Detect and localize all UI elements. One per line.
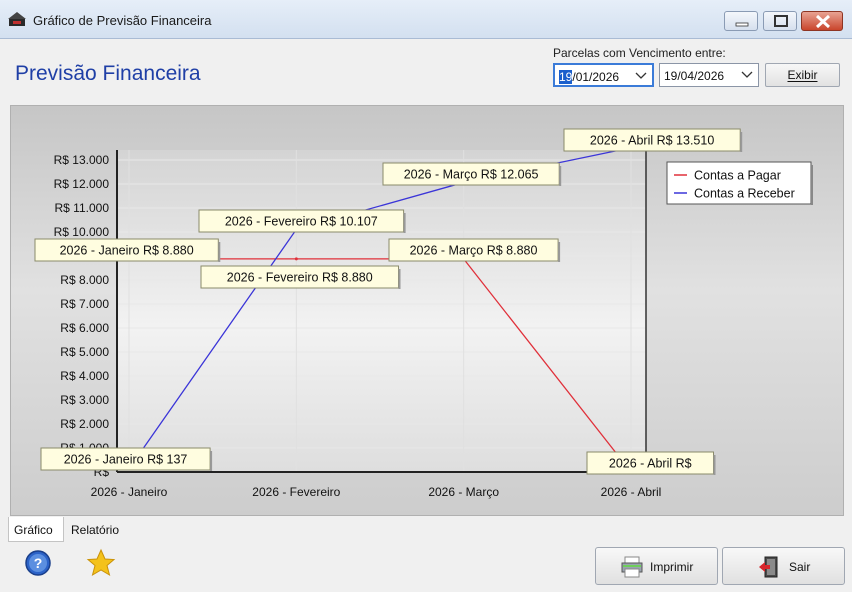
data-label: 2026 - Março R$ 12.065: [382, 162, 562, 186]
y-tick-label: R$ 6.000: [60, 321, 109, 335]
date-range-label: Parcelas com Vencimento entre:: [553, 46, 726, 60]
data-label: 2026 - Janeiro R$ 137: [40, 447, 213, 471]
data-label-text: 2026 - Fevereiro R$ 10.107: [225, 215, 378, 229]
exit-door-icon: [759, 556, 778, 578]
print-label: Imprimir: [650, 560, 694, 574]
data-label: 2026 - Abril R$ 13.510: [563, 128, 743, 152]
close-button[interactable]: [801, 11, 843, 31]
date-start-selected-day: 19: [559, 70, 573, 84]
print-button[interactable]: Imprimir: [595, 547, 718, 585]
chevron-down-icon[interactable]: [740, 68, 754, 82]
printer-icon: [621, 556, 643, 578]
title-bar: Gráfico de Previsão Financeira: [0, 0, 852, 39]
date-end-picker[interactable]: 19/04/2026: [659, 63, 759, 87]
tab-grafico[interactable]: Gráfico: [8, 517, 64, 542]
y-tick-label: R$ 2.000: [60, 417, 109, 431]
y-tick-label: R$ 8.000: [60, 273, 109, 287]
y-tick-label: R$ 3.000: [60, 393, 109, 407]
page-title: Previsão Financeira: [15, 62, 201, 85]
tab-relatorio[interactable]: Relatório: [66, 517, 136, 542]
maximize-icon: [774, 15, 788, 27]
exit-label: Sair: [789, 560, 811, 574]
maximize-button[interactable]: [763, 11, 797, 31]
data-label: 2026 - Março R$ 8.880: [388, 238, 561, 262]
chart-panel: R$R$ 1.000R$ 2.000R$ 3.000R$ 4.000R$ 5.0…: [10, 105, 844, 516]
data-label: 2026 - Abril R$: [586, 451, 716, 475]
exit-button[interactable]: Sair: [722, 547, 845, 585]
x-tick-label: 2026 - Abril: [601, 485, 662, 499]
data-label-text: 2026 - Março R$ 8.880: [410, 244, 538, 258]
data-label-text: 2026 - Abril R$: [609, 457, 692, 471]
exibir-label: Exibir: [787, 68, 818, 82]
y-tick-label: R$ 12.000: [54, 177, 110, 191]
close-icon: [815, 14, 831, 29]
data-label: 2026 - Fevereiro R$ 8.880: [200, 265, 401, 289]
y-tick-label: R$ 4.000: [60, 369, 109, 383]
y-tick-label: R$ 11.000: [55, 201, 110, 215]
help-icon[interactable]: ?: [23, 548, 53, 578]
minimize-button[interactable]: [724, 11, 758, 31]
star-icon[interactable]: [86, 548, 116, 578]
y-tick-label: R$ 7.000: [60, 297, 109, 311]
data-label-text: 2026 - Janeiro R$ 137: [64, 453, 188, 467]
minimize-icon: [735, 22, 749, 27]
window-title: Gráfico de Previsão Financeira: [33, 13, 212, 28]
legend-entry: Contas a Pagar: [694, 169, 781, 183]
date-start-picker[interactable]: 19/01/2026: [553, 63, 654, 87]
x-tick-label: 2026 - Janeiro: [91, 485, 168, 499]
data-label: 2026 - Fevereiro R$ 10.107: [198, 209, 406, 233]
date-start-rest: /01/2026: [572, 70, 620, 84]
x-tick-label: 2026 - Fevereiro: [252, 485, 340, 499]
exibir-button[interactable]: Exibir: [765, 63, 840, 87]
date-end-value: 19/04/2026: [664, 69, 725, 83]
data-label-text: 2026 - Março R$ 12.065: [404, 168, 539, 182]
y-tick-label: R$ 13.000: [54, 153, 110, 167]
x-tick-label: 2026 - Março: [428, 485, 499, 499]
legend: Contas a Pagar Contas a Receber: [666, 161, 813, 205]
data-label-text: 2026 - Fevereiro R$ 8.880: [227, 271, 373, 285]
chevron-down-icon[interactable]: [634, 69, 648, 83]
data-point: [294, 257, 298, 261]
svg-text:?: ?: [34, 555, 43, 571]
data-label: 2026 - Janeiro R$ 8.880: [34, 238, 221, 262]
y-tick-label: R$ 5.000: [60, 345, 109, 359]
legend-entry: Contas a Receber: [694, 187, 795, 201]
y-tick-label: R$ 10.000: [54, 225, 110, 239]
line-chart: R$R$ 1.000R$ 2.000R$ 3.000R$ 4.000R$ 5.0…: [34, 128, 813, 499]
data-label-text: 2026 - Abril R$ 13.510: [590, 134, 714, 148]
app-icon: [8, 12, 26, 26]
date-start-value: 19/01/2026: [559, 70, 619, 84]
data-label-text: 2026 - Janeiro R$ 8.880: [60, 244, 194, 258]
